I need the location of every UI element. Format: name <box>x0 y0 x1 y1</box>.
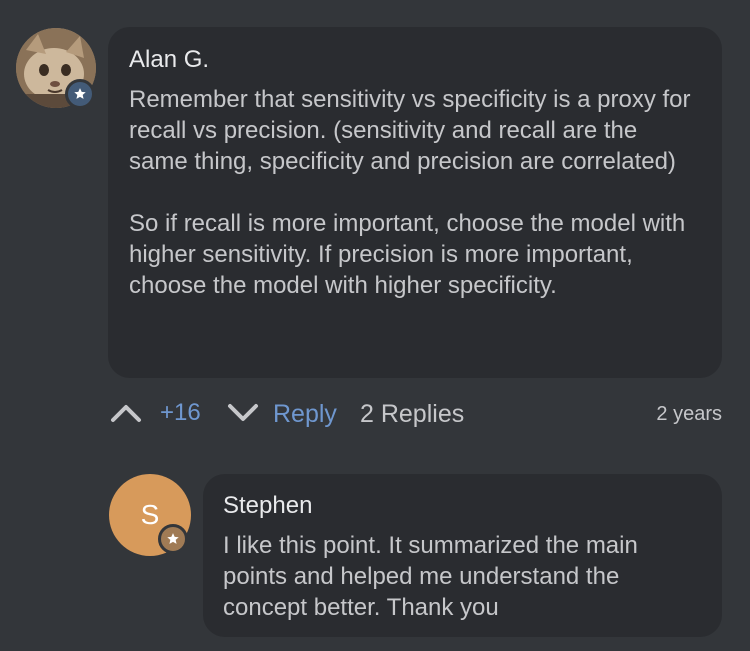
comment-bubble: Alan G. Remember that sensitivity vs spe… <box>108 27 722 378</box>
chevron-down-icon[interactable] <box>227 401 259 430</box>
star-badge-icon <box>65 79 95 109</box>
comment-actions: +16 Reply 2 Replies 2 years <box>110 393 722 435</box>
reply-button[interactable]: Reply <box>273 398 337 430</box>
view-replies-button[interactable]: 2 Replies <box>360 398 464 430</box>
reply-bubble: Stephen I like this point. It summarized… <box>203 474 722 637</box>
comment-paragraph: So if recall is more important, choose t… <box>129 210 686 299</box>
reply-body: I like this point. It summarized the mai… <box>223 532 638 621</box>
comment-timestamp: 2 years <box>656 403 722 425</box>
comment-body: Remember that sensitivity vs specificity… <box>129 84 702 301</box>
vote-score: +16 <box>160 399 201 426</box>
comment-author[interactable]: Alan G. <box>129 46 702 74</box>
reply-author[interactable]: Stephen <box>223 492 702 520</box>
star-badge-icon <box>158 524 188 554</box>
comment-paragraph: Remember that sensitivity vs specificity… <box>129 86 691 175</box>
chevron-up-icon[interactable] <box>110 400 142 429</box>
